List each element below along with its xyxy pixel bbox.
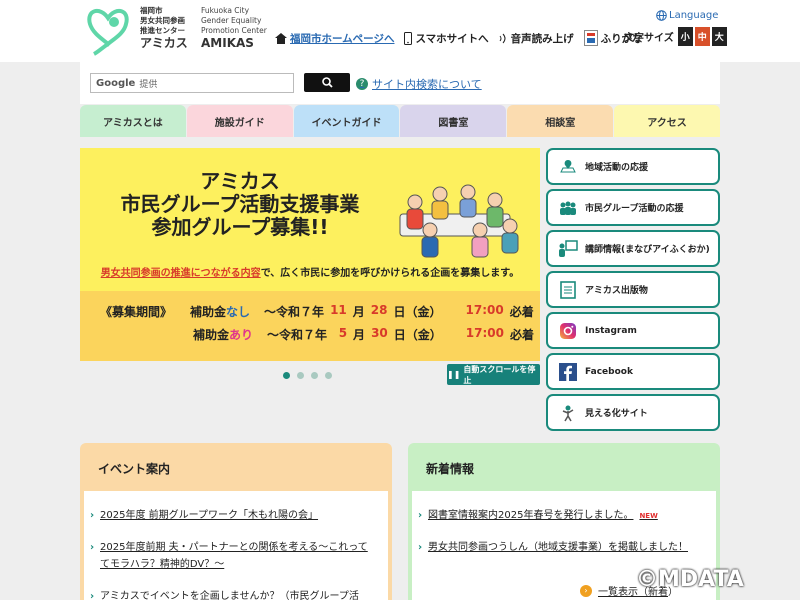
amikas-logo-icon[interactable] bbox=[84, 4, 132, 56]
events-title: イベント案内 bbox=[98, 462, 171, 476]
main-nav: アミカスとは 施設ガイド イベントガイド 図書室 相談室 アクセス bbox=[80, 105, 720, 137]
side-link-citizen-groups[interactable]: 市民グループ活動の応援 bbox=[546, 189, 720, 226]
group-icon bbox=[558, 198, 578, 218]
smartphone-site-link[interactable]: スマホサイトへ bbox=[404, 31, 489, 46]
carousel-dot-4[interactable] bbox=[325, 372, 332, 379]
google-brand: Google bbox=[96, 77, 136, 89]
globe-icon bbox=[656, 10, 667, 21]
events-panel: イベント案内 2025年度 前期グループワーク「木もれ陽の会」 2025年度前期… bbox=[80, 443, 392, 600]
instagram-icon bbox=[558, 321, 578, 341]
logo-en-text: Fukuoka City Gender Equality Promotion C… bbox=[201, 6, 267, 50]
question-icon: ? bbox=[356, 78, 368, 90]
side-link-instagram[interactable]: Instagram bbox=[546, 312, 720, 349]
banner-title: アミカス 市民グループ活動支援事業 参加グループ募集!! bbox=[120, 169, 360, 239]
carousel-dots bbox=[283, 372, 332, 379]
stop-autoscroll-button[interactable]: ❚❚ 自動スクロールを停止 bbox=[447, 364, 540, 385]
banner-description: 男女共同参画の推進につながる内容で、広く市民に参加を呼びかけられる企画を募集しま… bbox=[100, 268, 520, 279]
group-meeting-illustration bbox=[399, 184, 519, 258]
period-row-no-subsidy: 《募集期間》 補助金 なし ～令和７年 11 月 28 日（金） 17:00 必着 bbox=[100, 303, 534, 319]
facebook-icon bbox=[558, 362, 578, 382]
map-pin-icon bbox=[558, 157, 578, 177]
search-bar: Google 提供 ? サイト内検索について bbox=[80, 62, 720, 104]
event-item[interactable]: 2025年度前期 夫・パートナーとの関係を考える～これって bbox=[90, 539, 368, 556]
nav-about[interactable]: アミカスとは bbox=[80, 105, 186, 137]
side-link-facebook[interactable]: Facebook bbox=[546, 353, 720, 390]
event-item-continued[interactable]: てモラハラ？精神的DV？～ bbox=[100, 556, 224, 573]
nav-access[interactable]: アクセス bbox=[614, 105, 720, 137]
main-banner[interactable]: アミカス 市民グループ活動支援事業 参加グループ募集!! 男女共同参画の推進につ… bbox=[80, 148, 540, 361]
font-size-small-button[interactable]: 小 bbox=[677, 27, 693, 46]
side-link-lecturers[interactable]: 講師情報(まなびアイふくおか) bbox=[546, 230, 720, 267]
language-link[interactable]: Language bbox=[656, 10, 718, 21]
site-header: 福岡市 男女共同参画 推進センター アミカス Fukuoka City Gend… bbox=[0, 0, 800, 62]
side-links: 地域活動の応援 市民グループ活動の応援 講師情報(まなびアイふくおか) アミカス… bbox=[546, 148, 720, 435]
period-row-with-subsidy: 補助金 あり ～令和７年 5 月 30 日（金） 17:00 必着 bbox=[193, 326, 534, 342]
event-item[interactable]: アミカスでイベントを企画しませんか？（市民グループ活 bbox=[90, 588, 359, 600]
nav-event-guide[interactable]: イベントガイド bbox=[293, 105, 400, 137]
carousel-dot-2[interactable] bbox=[297, 372, 304, 379]
furigana-icon bbox=[583, 30, 598, 46]
chevron-right-icon: › bbox=[580, 584, 592, 597]
new-badge: NEW bbox=[639, 512, 658, 520]
application-period: 《募集期間》 補助金 なし ～令和７年 11 月 28 日（金） 17:00 必着 補助金あ… bbox=[80, 291, 540, 361]
smartphone-icon bbox=[404, 31, 413, 45]
side-link-community[interactable]: 地域活動の応援 bbox=[546, 148, 720, 185]
nav-library[interactable]: 図書室 bbox=[400, 105, 507, 137]
pause-icon: ❚❚ bbox=[447, 370, 461, 379]
news-item[interactable]: 図書室情報案内2025年春号を発行しました。NEW bbox=[418, 507, 658, 525]
home-icon bbox=[275, 32, 287, 44]
nav-consultation[interactable]: 相談室 bbox=[507, 105, 614, 137]
events-list: 2025年度 前期グループワーク「木もれ陽の会」 2025年度前期 夫・パートナ… bbox=[84, 491, 388, 600]
carousel-dot-3[interactable] bbox=[311, 372, 318, 379]
fukuoka-city-link[interactable]: 福岡市ホームページへ bbox=[275, 31, 394, 46]
figure-icon bbox=[558, 403, 578, 423]
lecturer-icon bbox=[558, 239, 578, 259]
search-button[interactable] bbox=[304, 73, 350, 92]
font-size-medium-button[interactable]: 中 bbox=[694, 27, 710, 46]
carousel-dot-1[interactable] bbox=[283, 372, 290, 379]
side-link-visualization[interactable]: 見える化サイト bbox=[546, 394, 720, 431]
font-size-control: 文字サイズ 小 中 大 bbox=[624, 27, 727, 46]
watermark: ©MDATA bbox=[636, 567, 744, 592]
search-icon bbox=[321, 77, 333, 88]
event-item[interactable]: 2025年度 前期グループワーク「木もれ陽の会」 bbox=[90, 507, 318, 524]
logo-jp-text: 福岡市 男女共同参画 推進センター アミカス bbox=[140, 6, 188, 50]
news-item[interactable]: 男女共同参画つうしん（地域支援事業）を掲載しました！ bbox=[418, 539, 688, 556]
font-size-large-button[interactable]: 大 bbox=[711, 27, 727, 46]
news-title: 新着情報 bbox=[426, 462, 475, 476]
search-input[interactable]: Google 提供 bbox=[90, 73, 294, 93]
voice-reading-link[interactable]: 音声読み上げ bbox=[499, 31, 574, 46]
nav-facility-guide[interactable]: 施設ガイド bbox=[186, 105, 293, 137]
document-icon bbox=[558, 280, 578, 300]
sound-icon bbox=[499, 33, 506, 43]
search-help-link[interactable]: ? サイト内検索について bbox=[356, 76, 482, 92]
side-link-publications[interactable]: アミカス出版物 bbox=[546, 271, 720, 308]
